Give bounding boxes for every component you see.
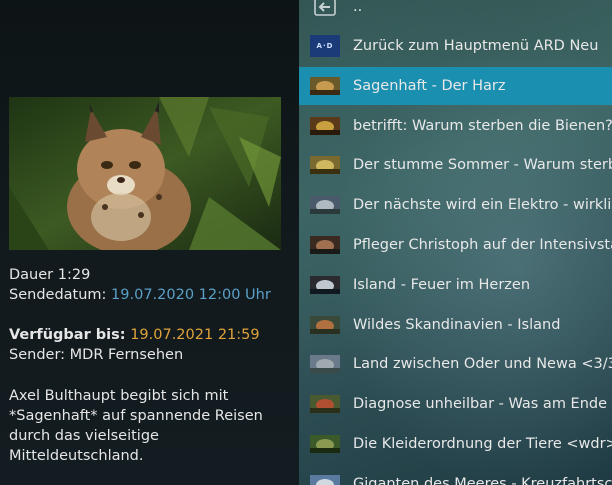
parent-folder-item[interactable]: .. xyxy=(299,0,612,26)
list-item-label: Die Kleiderordnung der Tiere <wdr> xyxy=(353,436,612,452)
list-item-label: Pfleger Christoph auf der Intensivsta xyxy=(353,237,612,253)
available-until: Verfügbar bis: 19.07.2021 21:59 xyxy=(9,325,260,345)
diagnose-thumbnail-icon xyxy=(310,393,340,415)
list-item-label: Sagenhaft - Der Harz xyxy=(353,77,506,94)
broadcast-date-label: Sendedatum: xyxy=(9,287,107,303)
list-item[interactable]: Sagenhaft - Der Harz xyxy=(299,66,612,105)
electro-thumbnail-icon xyxy=(310,194,340,216)
fox-thumbnail-icon xyxy=(310,314,340,336)
list-item[interactable]: Land zwischen Oder und Newa <3/3 xyxy=(299,345,612,383)
ard-logo-icon: A·D xyxy=(310,35,340,57)
land-thumbnail-icon xyxy=(310,353,340,375)
episode-thumbnail xyxy=(9,97,281,250)
list-item-label: Land zwischen Oder und Newa <3/3 xyxy=(353,356,612,373)
list-item-label: Island - Feuer im Herzen xyxy=(353,276,531,293)
back-arrow-icon xyxy=(310,0,340,18)
info-panel: Dauer 1:29 Sendedatum: 19.07.2020 12:00 … xyxy=(0,0,299,485)
list-item-label: betrifft: Warum sterben die Bienen? xyxy=(353,117,612,134)
broadcaster-text: Sender: MDR Fernsehen xyxy=(9,347,184,363)
available-until-value: 19.07.2021 21:59 xyxy=(130,327,260,343)
list-item[interactable]: A·D Zurück zum Hauptmenü ARD Neu xyxy=(299,27,612,65)
bees-thumbnail-icon xyxy=(310,115,340,137)
available-until-label: Verfügbar bis: xyxy=(9,327,126,343)
list-item-label: Zurück zum Hauptmenü ARD Neu xyxy=(353,38,599,54)
harz-thumbnail-icon xyxy=(310,75,340,97)
list-item[interactable]: Pfleger Christoph auf der Intensivsta xyxy=(299,226,612,264)
parent-folder-label: .. xyxy=(353,0,363,15)
list-item[interactable]: Island - Feuer im Herzen xyxy=(299,266,612,304)
list-item[interactable]: Die Kleiderordnung der Tiere <wdr> xyxy=(299,425,612,463)
list-item-label: Diagnose unheilbar - Was am Ende z xyxy=(353,396,612,413)
animals-thumbnail-icon xyxy=(310,433,340,455)
duration-text: Dauer 1:29 xyxy=(9,267,91,283)
list-item[interactable]: Der nächste wird ein Elektro - wirklic xyxy=(299,186,612,224)
list-item[interactable]: Diagnose unheilbar - Was am Ende z xyxy=(299,385,612,423)
nurse-thumbnail-icon xyxy=(310,234,340,256)
list-item-label: Der stumme Sommer - Warum sterb xyxy=(353,157,612,174)
list-item[interactable]: Giganten des Meeres - Kreuzfahrtsch xyxy=(299,465,612,485)
ship-thumbnail-icon xyxy=(310,473,340,485)
broadcast-date: Sendedatum: 19.07.2020 12:00 Uhr xyxy=(9,285,271,305)
list-item[interactable]: betrifft: Warum sterben die Bienen? xyxy=(299,107,612,145)
plot-description: Axel Bulthaupt begibt sich mit *Sagenhaf… xyxy=(9,388,263,464)
broadcast-date-value: 19.07.2020 12:00 Uhr xyxy=(111,287,271,303)
list-item-label: Wildes Skandinavien - Island xyxy=(353,316,561,333)
list-item[interactable]: Wildes Skandinavien - Island xyxy=(299,306,612,344)
iceland-thumbnail-icon xyxy=(310,274,340,296)
summer-thumbnail-icon xyxy=(310,154,340,176)
list-item-label: Der nächste wird ein Elektro - wirklic xyxy=(353,197,612,214)
list-item[interactable]: Der stumme Sommer - Warum sterb xyxy=(299,146,612,184)
list-item-label: Giganten des Meeres - Kreuzfahrtsch xyxy=(353,475,612,485)
episode-list: .. A·D Zurück zum Hauptmenü ARD Neu Sagenh… xyxy=(299,0,612,485)
